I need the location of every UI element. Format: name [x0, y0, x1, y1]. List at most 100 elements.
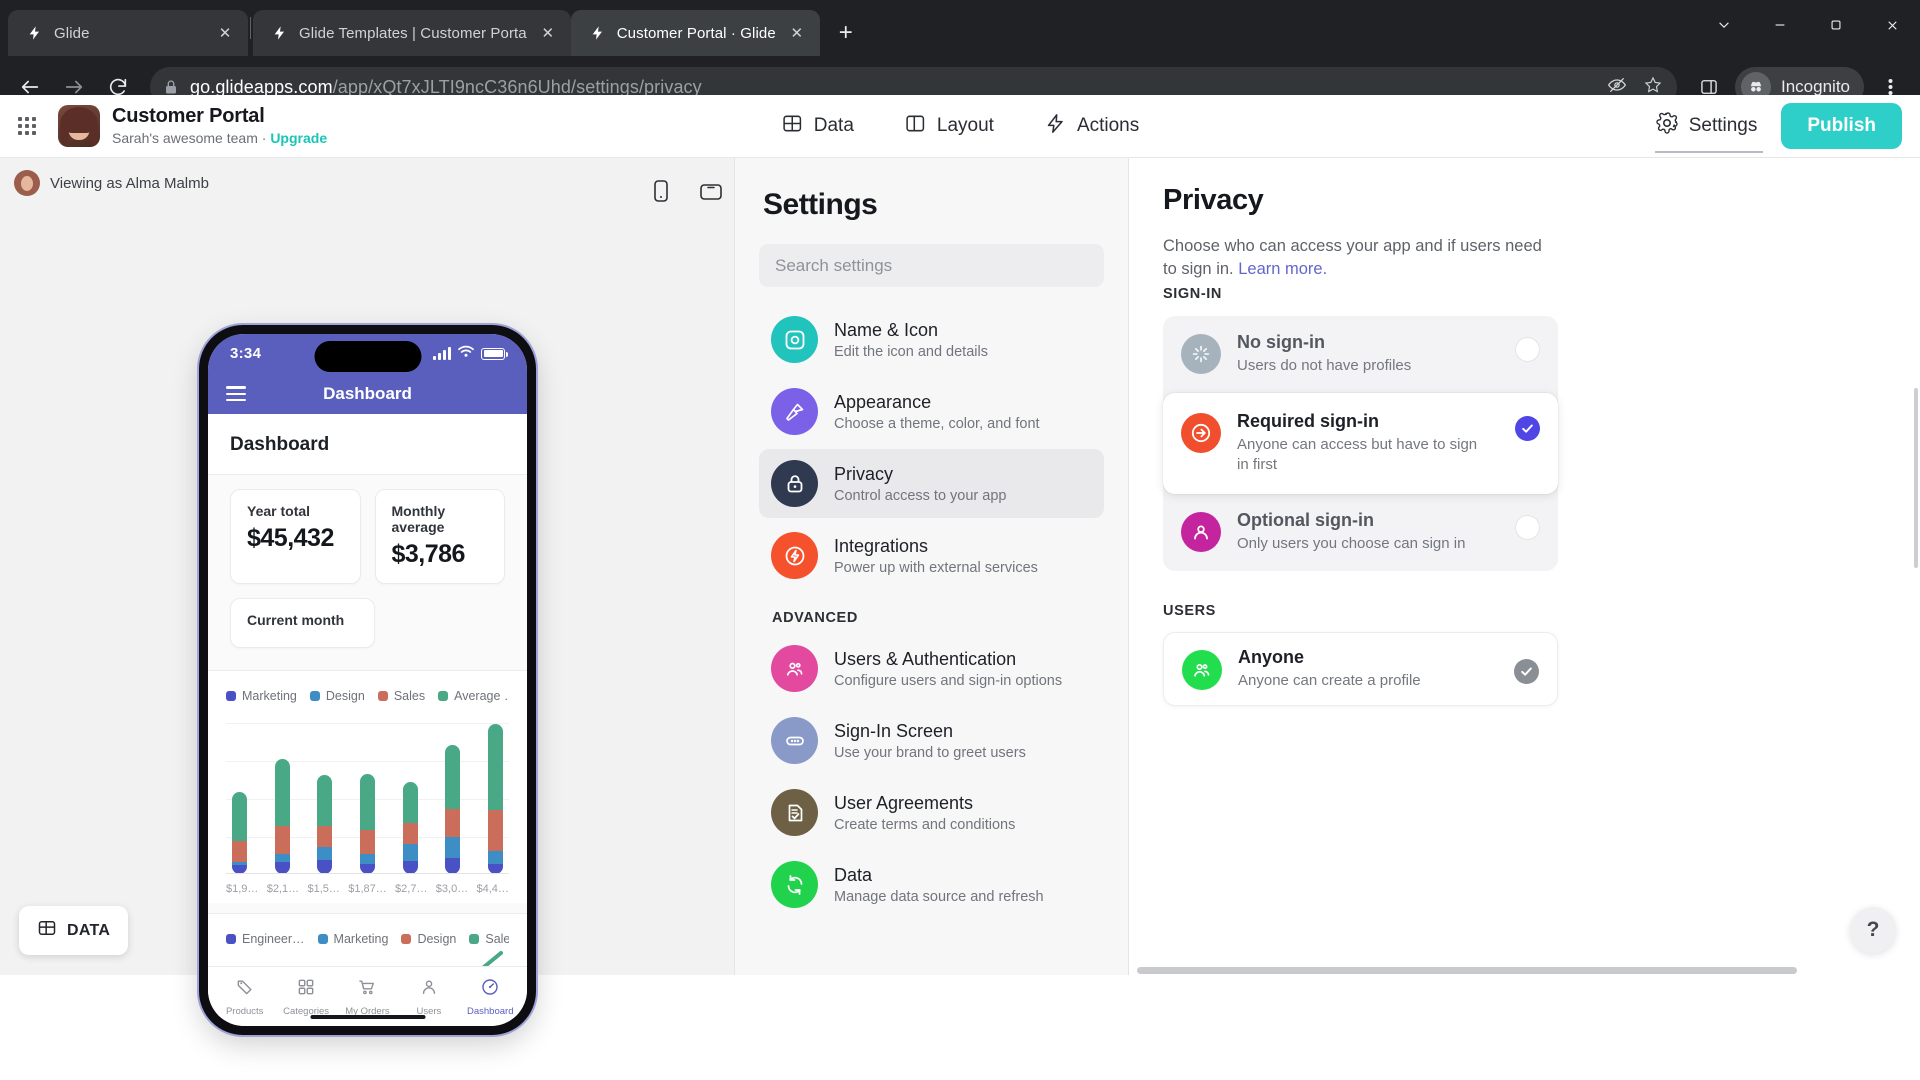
- option-required-sign-in[interactable]: Required sign-in Anyone can access but h…: [1163, 392, 1558, 494]
- horizontal-scrollbar[interactable]: [1129, 966, 1920, 975]
- sidebar-item-desc: Edit the icon and details: [834, 343, 988, 360]
- sidebar-item-label: Sign-In Screen: [834, 721, 954, 742]
- phone-device-icon[interactable]: [648, 178, 674, 204]
- person-circle-icon: [1181, 511, 1221, 552]
- legend-item: Sales: [469, 932, 509, 946]
- password-dots-icon: [771, 717, 818, 764]
- main-area: Viewing as Alma Malmb 3:34 Dashboard Das…: [0, 158, 1920, 1035]
- x-tick-label: $1,9…: [226, 882, 259, 895]
- option-optional-sign-in[interactable]: Optional sign-in Only users you choose c…: [1163, 494, 1558, 571]
- phone-tab-users[interactable]: Users: [400, 977, 458, 1017]
- close-icon[interactable]: ✕: [214, 22, 236, 44]
- radio-button-selected[interactable]: [1515, 415, 1540, 441]
- sidebar-item-text: Integrations Power up with external serv…: [834, 535, 1038, 576]
- browser-tab-3[interactable]: Customer Portal · Glide ✕: [570, 10, 820, 56]
- option-anyone[interactable]: Anyone Anyone can create a profile: [1163, 631, 1558, 707]
- minimize-icon[interactable]: [1752, 0, 1808, 50]
- sidebar-item-label: Users & Authentication: [834, 649, 1017, 670]
- phone-tab-dashboard[interactable]: Dashboard: [461, 977, 519, 1017]
- legend-item: Marketing: [317, 931, 389, 946]
- settings-button[interactable]: Settings: [1645, 105, 1768, 153]
- bar-segment: [402, 781, 418, 824]
- sidebar-item-data[interactable]: Data Manage data source and refresh: [759, 850, 1104, 919]
- active-indicator: [1654, 151, 1764, 153]
- legend-label: Design: [417, 931, 457, 946]
- browser-tab-2[interactable]: Glide Templates | Customer Porta ✕: [253, 10, 571, 56]
- grid-icon: [296, 977, 316, 1002]
- tab-layout[interactable]: Layout: [896, 106, 1002, 147]
- x-tick-label: $2,7…: [395, 882, 428, 895]
- radio-button[interactable]: [1515, 514, 1540, 540]
- bar: [359, 773, 375, 874]
- status-indicators: [433, 345, 508, 363]
- phone-tab-categories[interactable]: Categories: [277, 977, 335, 1017]
- tab-divider: [250, 17, 251, 39]
- viewing-as-bar[interactable]: Viewing as Alma Malmb: [14, 170, 209, 196]
- tab-actions[interactable]: Actions: [1036, 106, 1147, 147]
- battery-icon: [481, 347, 508, 360]
- url-path: /app/xQt7xJLTI9ncC36n6Uhd/settings/priva…: [332, 76, 702, 97]
- sidebar-item-user-agreements[interactable]: User Agreements Create terms and conditi…: [759, 778, 1104, 847]
- device-toggle-group: [648, 178, 724, 204]
- close-icon[interactable]: ✕: [786, 22, 808, 44]
- search-input[interactable]: Search settings: [759, 244, 1104, 287]
- sidebar-item-appearance[interactable]: Appearance Choose a theme, color, and fo…: [759, 377, 1104, 446]
- bar-segment: [402, 823, 418, 844]
- legend-label: Sales: [485, 931, 509, 946]
- sidebar-item-desc: Control access to your app: [834, 487, 1007, 504]
- stat-value: $45,432: [247, 523, 334, 552]
- bar-segment: [445, 837, 461, 858]
- publish-button[interactable]: Publish: [1781, 103, 1902, 149]
- option-desc: Anyone can access but have to sign in fi…: [1237, 435, 1478, 474]
- separator: ·: [261, 130, 267, 147]
- header-actions: Settings Publish: [1645, 103, 1902, 153]
- radio-button[interactable]: [1515, 336, 1540, 362]
- wifi-icon: [458, 345, 474, 363]
- stat-card[interactable]: Year total $45,432: [230, 488, 361, 584]
- stat-card[interactable]: Current month: [230, 597, 375, 648]
- close-icon[interactable]: [1864, 0, 1920, 50]
- learn-more-link[interactable]: Learn more.: [1238, 260, 1327, 278]
- stat-card[interactable]: Monthly average $3,786: [374, 488, 505, 584]
- tab-data[interactable]: Data: [773, 106, 862, 147]
- sidebar-item-text: Appearance Choose a theme, color, and fo…: [834, 391, 1040, 432]
- app-title-block: Customer Portal Sarah's awesome team · U…: [112, 105, 327, 146]
- legend-swatch: [438, 690, 449, 701]
- legend-label: Marketing: [333, 931, 389, 946]
- help-button[interactable]: ?: [1850, 907, 1896, 953]
- option-text: No sign-in Users do not have profiles: [1237, 332, 1499, 377]
- legend-swatch: [377, 690, 388, 701]
- sidebar-item-text: Name & Icon Edit the icon and details: [834, 319, 988, 360]
- apps-grid-icon[interactable]: [18, 117, 44, 135]
- checkmark-badge-icon: [1514, 658, 1539, 684]
- header-nav: Data Layout Actions: [773, 106, 1148, 147]
- glide-bolt-icon: [26, 24, 44, 42]
- profile-label: Incognito: [1781, 77, 1850, 96]
- sidebar-item-sign-in-screen[interactable]: Sign-In Screen Use your brand to greet u…: [759, 706, 1104, 775]
- vertical-scrollbar[interactable]: [1914, 388, 1918, 568]
- maximize-icon[interactable]: [1808, 0, 1864, 50]
- sidebar-item-users-authentication[interactable]: Users & Authentication Configure users a…: [759, 634, 1104, 703]
- sidebar-item-name-icon[interactable]: Name & Icon Edit the icon and details: [759, 305, 1104, 374]
- bar-segment: [317, 775, 333, 826]
- option-no-sign-in[interactable]: No sign-in Users do not have profiles: [1163, 316, 1558, 393]
- sidebar-item-privacy[interactable]: Privacy Control access to your app: [759, 449, 1104, 518]
- close-icon[interactable]: ✕: [537, 22, 559, 44]
- phone-tab-products[interactable]: Products: [216, 977, 274, 1017]
- browser-tab-1[interactable]: Glide ✕: [8, 10, 248, 56]
- signal-icon: [433, 347, 451, 361]
- bar-segment: [317, 826, 333, 847]
- stat-row-secondary: Current month: [208, 584, 527, 664]
- phone-status-bar: 3:34: [208, 334, 527, 374]
- data-button[interactable]: DATA: [19, 906, 129, 955]
- sidebar-item-integrations[interactable]: Integrations Power up with external serv…: [759, 521, 1104, 590]
- hamburger-menu-icon[interactable]: [226, 386, 246, 402]
- new-tab-button[interactable]: +: [828, 15, 864, 51]
- chevron-down-icon[interactable]: [1696, 0, 1752, 50]
- legend-swatch: [401, 933, 412, 944]
- phone-tab-my-orders[interactable]: My Orders: [338, 977, 396, 1017]
- tablet-device-icon[interactable]: [698, 178, 724, 204]
- arrow-right-circle-icon: [1181, 412, 1221, 453]
- upgrade-link[interactable]: Upgrade: [270, 130, 327, 146]
- url-host: go.glideapps.com: [190, 76, 333, 97]
